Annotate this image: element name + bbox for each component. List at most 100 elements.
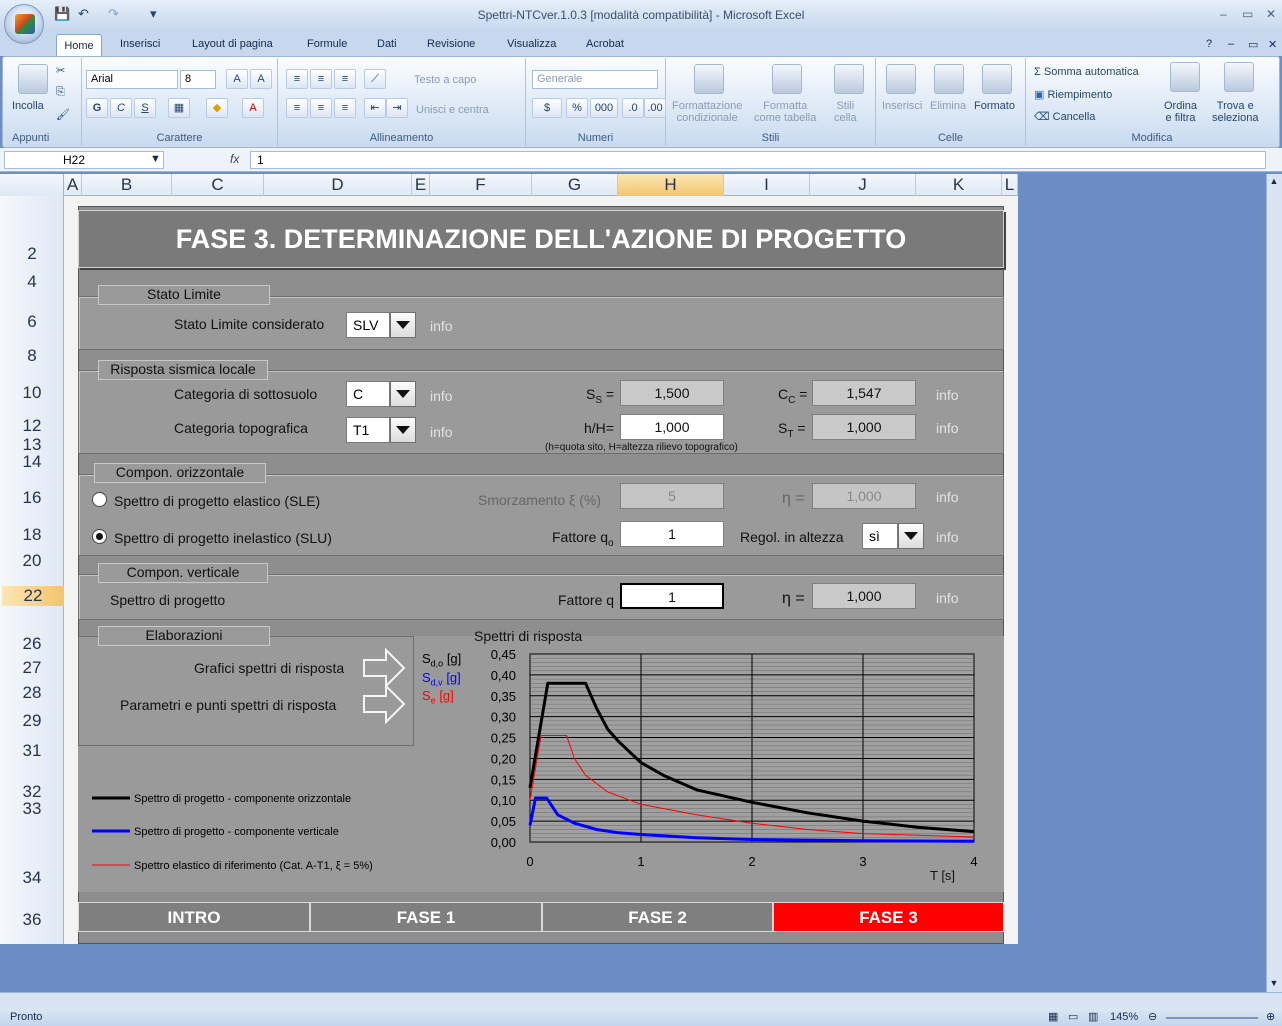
format-cells-button[interactable]: Formato — [974, 100, 1015, 112]
tab-revisione[interactable]: Revisione — [427, 38, 475, 50]
column-header[interactable]: F — [430, 174, 532, 196]
info-link[interactable]: info — [936, 489, 959, 505]
inner-minimize-icon[interactable]: – — [1228, 38, 1234, 50]
hH-input[interactable]: 1,000 — [620, 414, 724, 440]
grafici-arrow-button[interactable] — [362, 648, 406, 688]
find-select-button[interactable]: Trova e seleziona — [1212, 100, 1258, 124]
vertical-scrollbar[interactable] — [1266, 174, 1282, 992]
regol-altezza-dropdown-button[interactable] — [898, 523, 924, 549]
underline-button[interactable]: S — [134, 98, 156, 118]
font-color-icon[interactable]: A — [242, 98, 264, 118]
increase-decimal-icon[interactable]: .0 — [622, 98, 644, 118]
horizontal-scrollbar[interactable] — [0, 992, 1282, 1008]
cat-sottosuolo-dropdown-button[interactable] — [390, 381, 416, 407]
insert-cells-icon[interactable] — [886, 64, 916, 94]
zoom-out-icon[interactable]: ⊖ — [1148, 1010, 1157, 1023]
format-cells-icon[interactable] — [982, 64, 1012, 94]
row-header[interactable]: 4 — [0, 272, 64, 292]
zoom-level[interactable]: 145% — [1110, 1011, 1138, 1023]
align-left-icon[interactable]: ≡ — [286, 98, 308, 118]
column-header[interactable]: E — [412, 174, 430, 196]
row-header[interactable]: 8 — [0, 346, 64, 366]
tab-formule[interactable]: Formule — [307, 38, 347, 50]
column-header[interactable]: A — [64, 174, 82, 196]
column-header[interactable]: C — [172, 174, 264, 196]
tab-home[interactable]: Home — [56, 34, 102, 56]
decrease-decimal-icon[interactable]: .00 — [644, 98, 666, 118]
restore-icon[interactable]: ▭ — [1242, 7, 1253, 21]
parametri-arrow-button[interactable] — [362, 684, 406, 724]
select-all-corner[interactable] — [0, 174, 64, 196]
column-header[interactable]: G — [532, 174, 618, 196]
regol-altezza-select[interactable]: sì — [862, 523, 898, 549]
column-header[interactable]: B — [82, 174, 172, 196]
close-icon[interactable]: ✕ — [1266, 7, 1276, 21]
row-header[interactable]: 14 — [0, 452, 64, 472]
row-header[interactable]: 6 — [0, 312, 64, 332]
tab-dati[interactable]: Dati — [377, 38, 397, 50]
info-link[interactable]: info — [430, 318, 453, 334]
column-header[interactable]: J — [810, 174, 916, 196]
row-header[interactable]: 33 — [0, 799, 64, 819]
align-center-icon[interactable]: ≡ — [310, 98, 332, 118]
font-size-combo[interactable]: 8 — [180, 70, 216, 89]
format-painter-icon[interactable]: 🖌 — [56, 108, 70, 121]
fill-button[interactable]: ▣ Riempimento — [1034, 88, 1112, 101]
formula-input[interactable]: 1 — [250, 151, 1266, 169]
conditional-format-button[interactable]: Formattazione condizionale — [672, 100, 742, 124]
increase-indent-icon[interactable]: ⇥ — [386, 98, 408, 118]
font-name-combo[interactable]: Arial — [86, 70, 178, 89]
column-header[interactable]: D — [264, 174, 412, 196]
cat-sottosuolo-select[interactable]: C — [346, 381, 390, 407]
inner-restore-icon[interactable]: ▭ — [1248, 38, 1258, 51]
row-header[interactable]: 16 — [0, 488, 64, 508]
row-header[interactable]: 36 — [0, 910, 64, 930]
name-box[interactable]: H22 — [4, 151, 164, 169]
info-link[interactable]: info — [936, 420, 959, 436]
column-header[interactable]: I — [724, 174, 810, 196]
nav-fase3-button[interactable]: FASE 3 — [773, 902, 1004, 932]
row-header[interactable]: 34 — [0, 868, 64, 888]
stato-limite-dropdown-button[interactable] — [390, 312, 416, 338]
info-link[interactable]: info — [430, 388, 453, 404]
row-header[interactable]: 31 — [0, 741, 64, 761]
orientation-icon[interactable]: ⟋ — [364, 69, 386, 89]
sort-filter-button[interactable]: Ordina e filtra — [1164, 100, 1197, 124]
sle-radio[interactable] — [92, 492, 107, 507]
paste-label[interactable]: Incolla — [12, 100, 44, 112]
paste-icon[interactable] — [18, 64, 48, 94]
currency-icon[interactable]: $ — [532, 98, 562, 118]
page-layout-icon[interactable]: ▭ — [1068, 1010, 1078, 1023]
row-header[interactable]: 2 — [0, 244, 64, 264]
cell-styles-icon[interactable] — [834, 64, 864, 94]
thousands-button[interactable]: 000 — [590, 98, 618, 118]
insert-cells-button[interactable]: Inserisci — [882, 100, 922, 112]
nav-intro-button[interactable]: INTRO — [78, 902, 310, 932]
merge-center-button[interactable]: Unisci e centra — [416, 104, 489, 116]
delete-cells-button[interactable]: Elimina — [930, 100, 966, 112]
copy-icon[interactable]: ⎘ — [56, 86, 65, 99]
italic-button[interactable]: C — [110, 98, 132, 118]
fattore-qo-input[interactable]: 1 — [620, 521, 724, 547]
tab-layout[interactable]: Layout di pagina — [192, 38, 273, 50]
row-header[interactable]: 29 — [0, 711, 64, 731]
align-top-icon[interactable]: ≡ — [286, 69, 308, 89]
format-table-button[interactable]: Formatta come tabella — [754, 100, 816, 124]
row-header[interactable]: 12 — [0, 416, 64, 436]
tab-visualizza[interactable]: Visualizza — [507, 38, 556, 50]
help-icon[interactable]: ? — [1206, 38, 1212, 50]
row-header-selected[interactable]: 22 — [2, 586, 64, 606]
wrap-text-button[interactable]: Testo a capo — [414, 74, 476, 86]
align-middle-icon[interactable]: ≡ — [310, 69, 332, 89]
info-link[interactable]: info — [936, 590, 959, 606]
scroll-down-icon[interactable]: ▼ — [1268, 978, 1280, 990]
clear-button[interactable]: ⌫ Cancella — [1034, 110, 1095, 123]
info-link[interactable]: info — [430, 424, 453, 440]
page-break-icon[interactable]: ▥ — [1088, 1010, 1098, 1023]
name-box-dropdown-icon[interactable]: ▼ — [150, 153, 161, 165]
shrink-font-icon[interactable]: A — [250, 69, 272, 89]
column-header-selected[interactable]: H — [618, 174, 724, 196]
row-header[interactable]: 10 — [0, 383, 64, 403]
cut-icon[interactable]: ✂ — [56, 64, 65, 77]
row-header[interactable]: 27 — [0, 658, 64, 678]
